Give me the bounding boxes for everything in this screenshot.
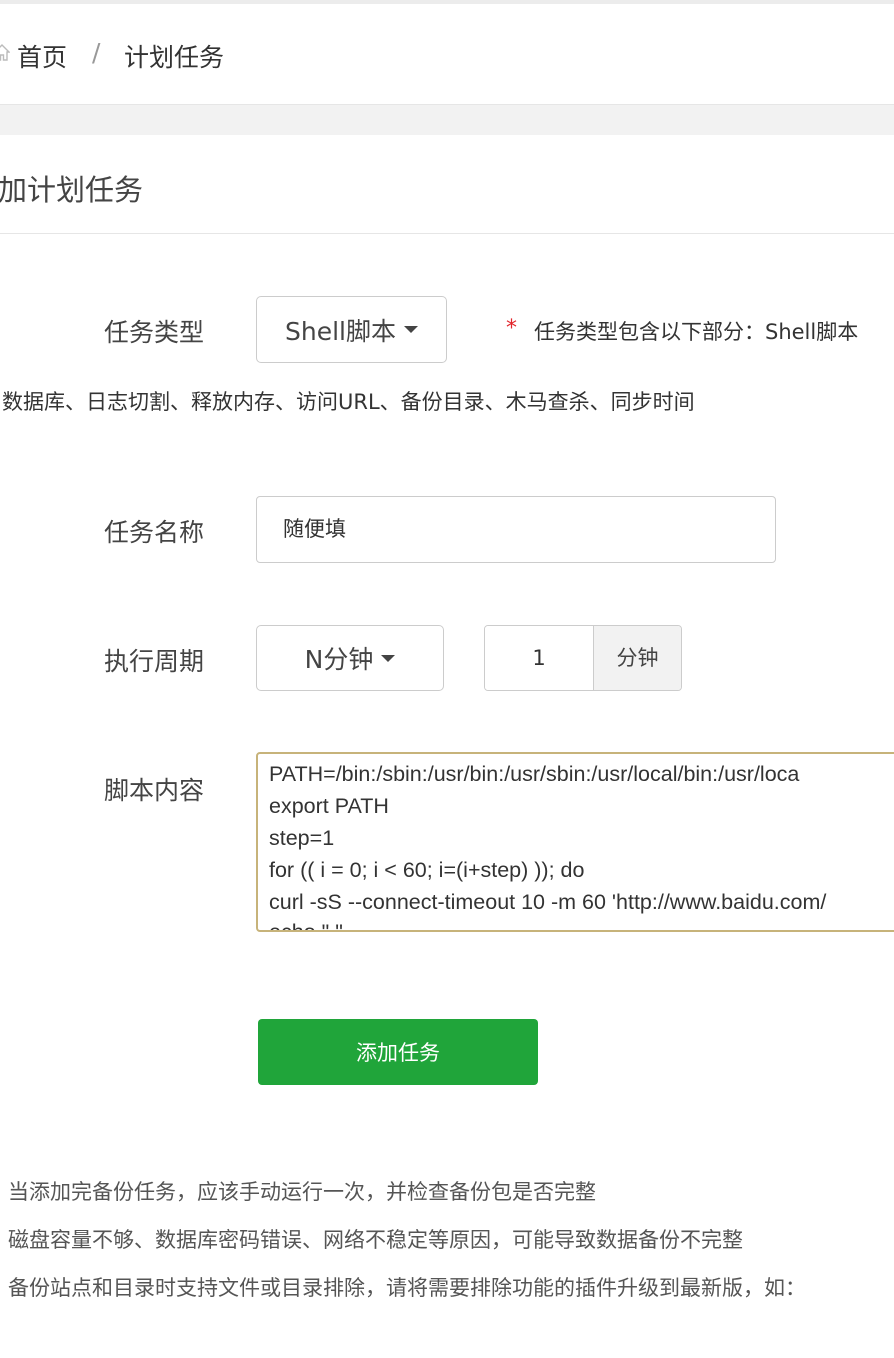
add-task-button[interactable]: 添加任务 <box>258 1019 538 1085</box>
script-label: 脚本内容 <box>104 776 205 805</box>
script-line: curl -sS --connect-timeout 10 -m 60 'htt… <box>269 890 827 914</box>
script-textarea[interactable]: PATH=/bin:/sbin:/usr/bin:/usr/sbin:/usr/… <box>256 752 894 932</box>
caret-down-icon <box>404 326 418 333</box>
breadcrumb: 首页 / 计划任务 <box>0 4 894 105</box>
note-item: 当添加完备份任务，应该手动运行一次，并检查备份包是否完整 <box>8 1180 596 1204</box>
task-type-label: 任务类型 <box>104 318 205 347</box>
required-mark: * <box>506 316 517 341</box>
script-line: export PATH <box>269 794 389 818</box>
task-type-hint: 任务类型包含以下部分：Shell脚本 <box>534 320 859 344</box>
script-line: step=1 <box>269 826 335 850</box>
note-item: 备份站点和目录时支持文件或目录排除，请将需要排除功能的插件升级到最新版，如： <box>8 1276 806 1300</box>
breadcrumb-separator: / <box>92 38 101 67</box>
script-line: PATH=/bin:/sbin:/usr/bin:/usr/sbin:/usr/… <box>269 762 800 786</box>
task-type-select[interactable]: Shell脚本 <box>256 296 447 363</box>
breadcrumb-home-link[interactable]: 首页 <box>17 38 67 74</box>
task-type-hint-continued: 数据库、日志切割、释放内存、访问URL、备份目录、木马查杀、同步时间 <box>2 390 695 414</box>
breadcrumb-current: 计划任务 <box>124 43 225 72</box>
minute-unit-addon: 分钟 <box>593 626 681 690</box>
task-type-selected: Shell脚本 <box>285 316 396 346</box>
section-divider <box>0 105 894 135</box>
minute-input-group: 1 分钟 <box>484 625 682 691</box>
caret-down-icon <box>381 654 396 662</box>
period-type-select[interactable]: N分钟 <box>256 625 444 691</box>
period-label: 执行周期 <box>104 647 205 676</box>
home-icon[interactable] <box>0 44 10 62</box>
script-line: for (( i = 0; i < 60; i=(i+step) )); do <box>269 858 585 882</box>
note-item: 磁盘容量不够、数据库密码错误、网络不稳定等原因，可能导致数据备份不完整 <box>8 1228 743 1252</box>
task-name-input[interactable]: 随便填 <box>256 496 776 563</box>
task-name-label: 任务名称 <box>104 518 205 547</box>
panel-title: 加计划任务 <box>0 173 144 207</box>
panel-header: 加计划任务 <box>0 135 894 234</box>
script-line: echo " " <box>269 920 343 932</box>
period-type-selected: N分钟 <box>304 645 374 674</box>
minute-input[interactable]: 1 <box>485 626 593 690</box>
